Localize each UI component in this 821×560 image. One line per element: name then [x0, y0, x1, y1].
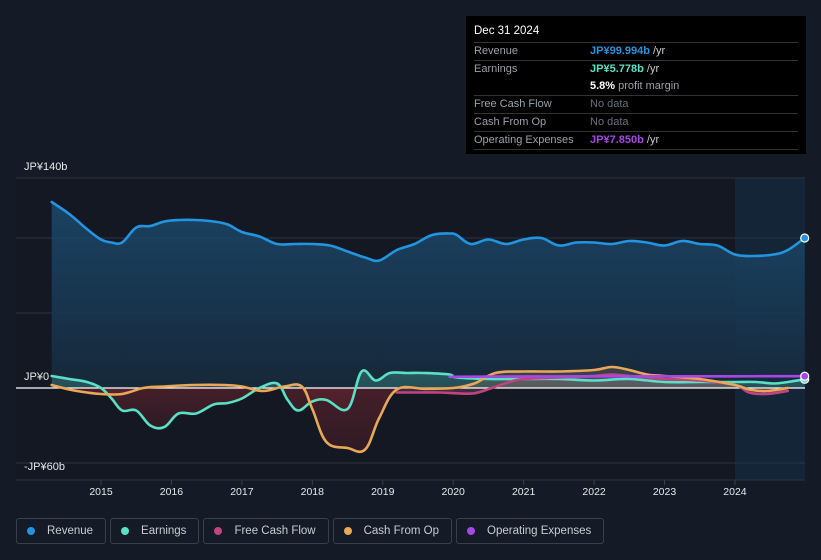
tooltip-unit: /yr [643, 134, 660, 146]
tooltip-label: Operating Expenses [474, 134, 574, 146]
tooltip-date: Dec 31 2024 [474, 22, 798, 43]
legend-item-earnings[interactable]: Earnings [110, 518, 200, 544]
tooltip-unit: /yr [643, 63, 660, 75]
x-tick-label: 2016 [160, 486, 184, 498]
x-axis: 2015 2016 2017 2018 2019 2020 2021 2022 2023 2024 [89, 480, 747, 498]
revenue-end-marker [800, 233, 810, 243]
tooltip-value: No data [590, 116, 629, 128]
tooltip-label: Revenue [474, 45, 519, 57]
x-tick-label: 2017 [230, 486, 254, 498]
x-tick-label: 2018 [301, 486, 325, 498]
x-tick-label: 2020 [442, 486, 466, 498]
tooltip-unit: profit margin [615, 80, 680, 92]
y-tick-label: -JP¥60b [24, 461, 65, 473]
tooltip-label [474, 78, 590, 95]
tooltip-label: Earnings [474, 63, 518, 75]
x-tick-label: 2023 [653, 486, 677, 498]
cash-from-op-dot-icon [343, 527, 352, 535]
revenue-dot-icon [27, 527, 35, 535]
tooltip-value: JP¥5.778b [590, 63, 644, 75]
x-tick-label: 2015 [89, 486, 113, 498]
tooltip-row-cash-from-op: Cash From Op No data [474, 114, 798, 132]
tooltip-row-revenue: Revenue JP¥99.994b /yr [474, 43, 798, 61]
tooltip-value: 5.8% [590, 80, 616, 92]
tooltip-row-free-cash-flow: Free Cash Flow No data [474, 96, 798, 114]
operating-expenses-dot-icon [467, 527, 476, 535]
x-tick-label: 2024 [723, 486, 747, 498]
x-tick-label: 2022 [582, 486, 606, 498]
tooltip-value: No data [590, 98, 629, 110]
y-tick-label: JP¥0 [24, 371, 49, 383]
tooltip-value: JP¥99.994b [590, 45, 650, 57]
legend-label: Free Cash Flow [234, 525, 316, 537]
legend: Revenue Earnings Free Cash Flow Cash Fro… [16, 518, 605, 544]
tooltip-row-operating-expenses: Operating Expenses JP¥7.850b /yr [474, 132, 798, 150]
legend-label: Operating Expenses [487, 525, 592, 537]
free-cash-flow-dot-icon [214, 527, 223, 535]
x-tick-label: 2021 [512, 486, 536, 498]
operating-expenses-line [448, 374, 805, 379]
earnings-dot-icon [121, 527, 130, 535]
tooltip-panel: Dec 31 2024 Revenue JP¥99.994b /yr Earni… [466, 16, 806, 154]
legend-item-cash-from-op[interactable]: Cash From Op [332, 518, 453, 544]
legend-item-free-cash-flow[interactable]: Free Cash Flow [203, 518, 329, 544]
legend-item-revenue[interactable]: Revenue [16, 518, 107, 544]
tooltip-label: Cash From Op [474, 116, 547, 128]
y-tick-label: JP¥140b [24, 161, 67, 173]
operating-expenses-end-marker [800, 371, 810, 381]
tooltip-value: JP¥7.850b [590, 134, 644, 146]
tooltip-label: Free Cash Flow [474, 98, 552, 110]
legend-label: Revenue [47, 525, 94, 537]
tooltip-unit: /yr [649, 45, 666, 57]
x-tick-label: 2019 [371, 486, 395, 498]
legend-label: Earnings [141, 525, 187, 537]
legend-label: Cash From Op [363, 525, 440, 537]
tooltip-row-profit-margin: 5.8% profit margin [474, 78, 798, 96]
tooltip-row-earnings: Earnings JP¥5.778b /yr [474, 61, 798, 78]
legend-item-operating-expenses[interactable]: Operating Expenses [456, 518, 605, 544]
